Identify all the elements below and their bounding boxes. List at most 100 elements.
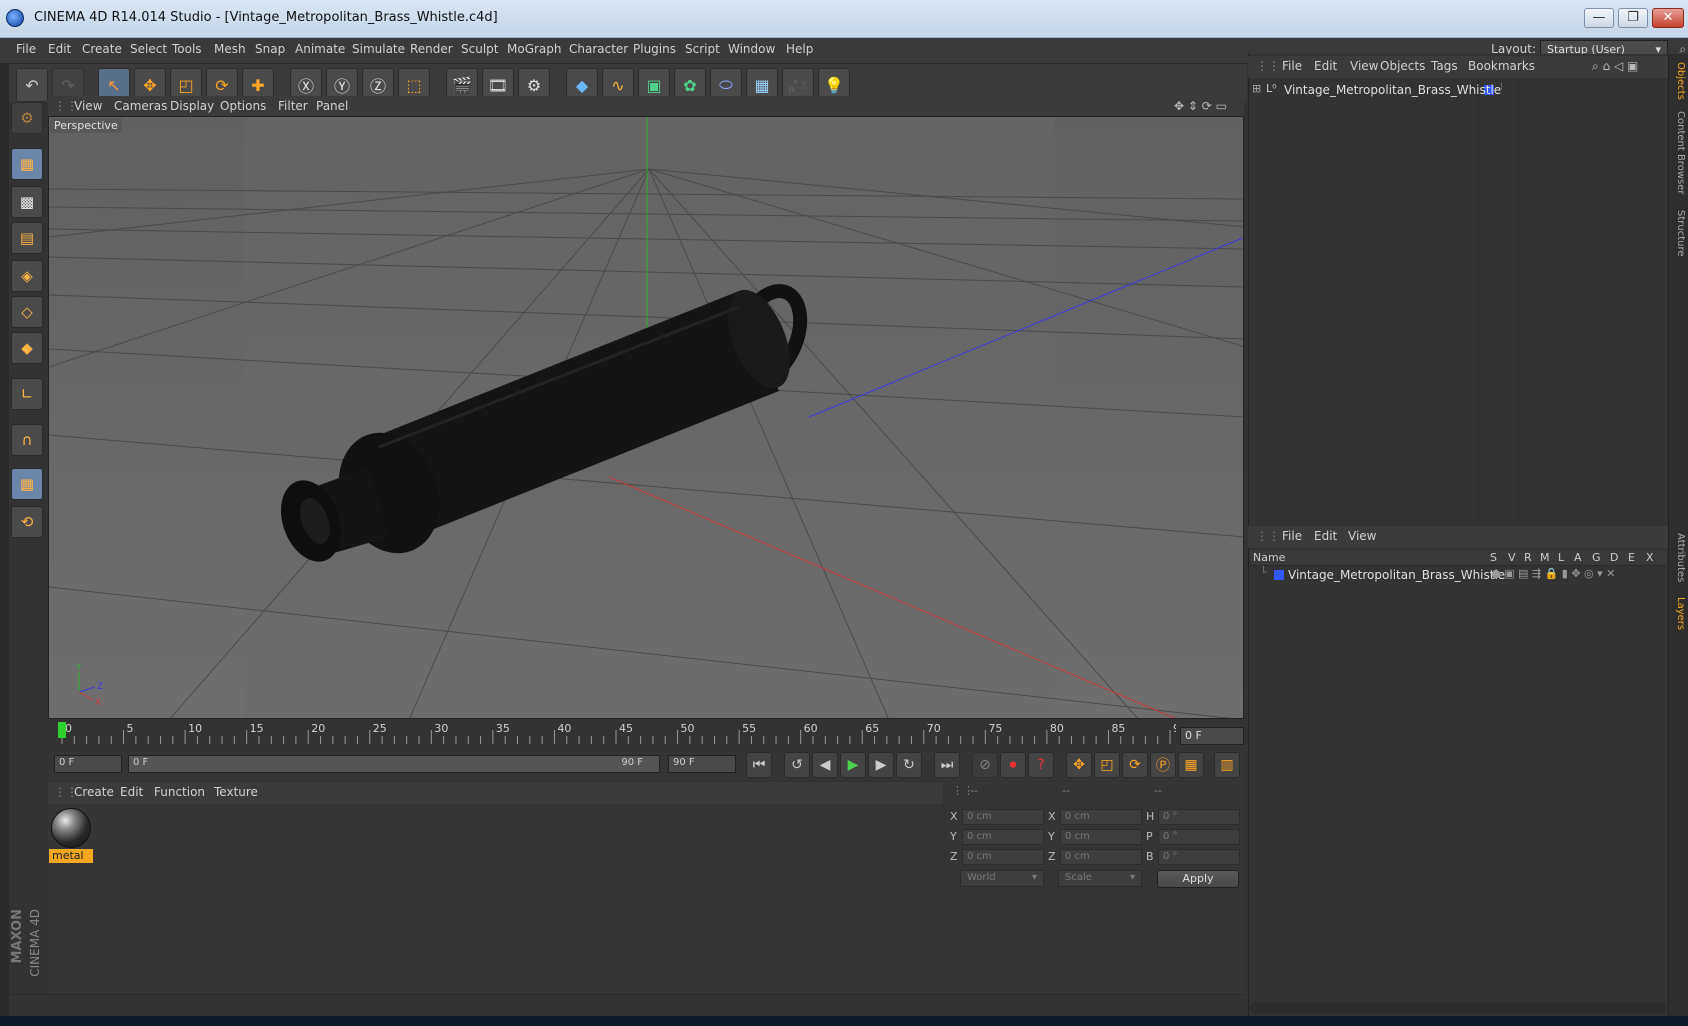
key-parameter-icon[interactable]: Ⓟ bbox=[1150, 752, 1176, 778]
menu-character[interactable]: Character bbox=[569, 42, 628, 56]
pos-x-field[interactable]: 0 cm bbox=[962, 809, 1044, 825]
menu-simulate[interactable]: Simulate bbox=[352, 42, 405, 56]
viewport-menu-view[interactable]: View bbox=[74, 99, 102, 113]
maximize-button[interactable]: ❐ bbox=[1618, 8, 1648, 28]
play-icon[interactable]: ▶ bbox=[840, 752, 866, 778]
autokey-icon[interactable]: ? bbox=[1028, 752, 1054, 778]
prev-frame-icon[interactable]: ◀ bbox=[812, 752, 838, 778]
end-frame-field[interactable]: 90 F bbox=[668, 755, 736, 773]
tab-content-browser[interactable]: Content Browser bbox=[1670, 110, 1686, 196]
objects-menu-tags[interactable]: Tags bbox=[1431, 59, 1458, 73]
col-deformers[interactable]: D bbox=[1610, 551, 1618, 564]
menu-script[interactable]: Script bbox=[685, 42, 720, 56]
layer-horizontal-scrollbar[interactable] bbox=[1250, 1002, 1666, 1014]
pos-y-field[interactable]: 0 cm bbox=[962, 829, 1044, 845]
motion-record-icon[interactable]: ⊘ bbox=[972, 752, 998, 778]
viewport-menu-panel[interactable]: Panel bbox=[316, 99, 348, 113]
col-xref[interactable]: X bbox=[1646, 551, 1654, 564]
key-pla-icon[interactable]: ▦ bbox=[1178, 752, 1204, 778]
material-preview-metal[interactable] bbox=[51, 808, 91, 848]
viewport-nav-icons[interactable]: ✥ ⇕ ⟳ ▭ bbox=[1174, 99, 1227, 113]
edges-mode-icon[interactable]: ◇ bbox=[11, 296, 43, 328]
col-view[interactable]: V bbox=[1508, 551, 1516, 564]
material-menu-texture[interactable]: Texture bbox=[214, 785, 258, 799]
menu-snap[interactable]: Snap bbox=[255, 42, 285, 56]
material-menu-create[interactable]: Create bbox=[74, 785, 114, 799]
rot-b-field[interactable]: 0 ° bbox=[1158, 849, 1240, 865]
menu-select[interactable]: Select bbox=[130, 42, 167, 56]
undo-icon[interactable]: ↶ bbox=[16, 68, 48, 102]
objects-menu-edit[interactable]: Edit bbox=[1314, 59, 1337, 73]
viewport-menu-options[interactable]: Options bbox=[220, 99, 266, 113]
objects-menu-file[interactable]: File bbox=[1282, 59, 1302, 73]
menu-help[interactable]: Help bbox=[786, 42, 813, 56]
coord-scale-dropdown[interactable]: Scale ▾ bbox=[1058, 870, 1142, 887]
timeline-ruler[interactable]: 0 5 10 15 20 25 30 35 40 45 50 55 60 65 70 75 80 85 90 bbox=[48, 720, 1244, 748]
playhead-marker[interactable] bbox=[58, 722, 66, 738]
layers-menu-view[interactable]: View bbox=[1348, 529, 1376, 543]
timeline-window-icon[interactable]: ▥ bbox=[1214, 752, 1240, 778]
menu-animate[interactable]: Animate bbox=[295, 42, 345, 56]
model-mode-icon[interactable]: ⚙ bbox=[11, 102, 43, 134]
col-name[interactable]: Name bbox=[1253, 551, 1285, 564]
col-manager[interactable]: M bbox=[1540, 551, 1550, 564]
tab-structure[interactable]: Structure bbox=[1670, 206, 1686, 260]
layers-menu-file[interactable]: File bbox=[1282, 529, 1302, 543]
size-y-field[interactable]: 0 cm bbox=[1060, 829, 1142, 845]
start-frame-field[interactable]: 0 F bbox=[54, 755, 122, 773]
perspective-viewport[interactable]: Y Z X bbox=[48, 116, 1244, 719]
key-rotation-icon[interactable]: ⟳ bbox=[1122, 752, 1148, 778]
layer-flag-icons[interactable]: ● ▣ ▤ ⇶ 🔒 ▮ ✥ ◎ ▾ ✕ bbox=[1491, 567, 1615, 580]
apply-button[interactable]: Apply bbox=[1157, 870, 1239, 888]
material-menu-edit[interactable]: Edit bbox=[120, 785, 143, 799]
objects-menu-objects[interactable]: Objects bbox=[1380, 59, 1425, 73]
expand-icon[interactable]: ⊞ bbox=[1252, 82, 1261, 95]
object-mode-icon[interactable]: ▦ bbox=[11, 148, 43, 180]
viewport-menu-display[interactable]: Display bbox=[170, 99, 214, 113]
current-frame-field[interactable]: 0 F bbox=[1180, 727, 1244, 745]
material-menu-function[interactable]: Function bbox=[154, 785, 205, 799]
menu-plugins[interactable]: Plugins bbox=[633, 42, 676, 56]
menu-mograph[interactable]: MoGraph bbox=[507, 42, 562, 56]
menu-tools[interactable]: Tools bbox=[172, 42, 202, 56]
workplane-lock-icon[interactable]: ▦ bbox=[11, 468, 43, 500]
next-key-icon[interactable]: ↻ bbox=[896, 752, 922, 778]
objects-menu-bookmarks[interactable]: Bookmarks bbox=[1468, 59, 1535, 73]
layers-menu-edit[interactable]: Edit bbox=[1314, 529, 1337, 543]
key-scale-icon[interactable]: ◰ bbox=[1094, 752, 1120, 778]
objects-menu-view[interactable]: View bbox=[1350, 59, 1378, 73]
objects-nav-icons[interactable]: ⌕ ⌂ ◁ ▣ bbox=[1592, 59, 1638, 74]
texture-mode-icon[interactable]: ▩ bbox=[11, 186, 43, 218]
coord-mode-dropdown[interactable]: World ▾ bbox=[960, 870, 1044, 887]
rot-h-field[interactable]: 0 ° bbox=[1158, 809, 1240, 825]
material-name[interactable]: metal bbox=[49, 849, 93, 863]
size-x-field[interactable]: 0 cm bbox=[1060, 809, 1142, 825]
object-name[interactable]: Vintage_Metropolitan_Brass_Whistle bbox=[1284, 83, 1501, 97]
goto-end-icon[interactable]: ⏭ bbox=[934, 752, 960, 778]
col-expressions[interactable]: E bbox=[1628, 551, 1635, 564]
menu-window[interactable]: Window bbox=[728, 42, 775, 56]
goto-start-icon[interactable]: ⏮ bbox=[746, 752, 772, 778]
rot-p-field[interactable]: 0 ° bbox=[1158, 829, 1240, 845]
size-z-field[interactable]: 0 cm bbox=[1060, 849, 1142, 865]
pos-z-field[interactable]: 0 cm bbox=[962, 849, 1044, 865]
layer-name[interactable]: Vintage_Metropolitan_Brass_Whistle bbox=[1288, 568, 1505, 582]
record-icon[interactable]: ⏺ bbox=[1000, 752, 1026, 778]
tab-attributes[interactable]: Attributes bbox=[1670, 528, 1686, 588]
col-animation[interactable]: A bbox=[1574, 551, 1582, 564]
viewport-menu-filter[interactable]: Filter bbox=[278, 99, 308, 113]
minimize-button[interactable]: — bbox=[1584, 8, 1614, 28]
frame-range-slider[interactable]: 0 F 90 F bbox=[128, 755, 660, 773]
prev-key-icon[interactable]: ↺ bbox=[784, 752, 810, 778]
menu-render[interactable]: Render bbox=[410, 42, 453, 56]
menu-mesh[interactable]: Mesh bbox=[214, 42, 246, 56]
close-button[interactable]: ✕ bbox=[1652, 8, 1684, 28]
key-position-icon[interactable]: ✥ bbox=[1066, 752, 1092, 778]
menu-file[interactable]: File bbox=[16, 42, 36, 56]
menu-sculpt[interactable]: Sculpt bbox=[461, 42, 498, 56]
col-generators[interactable]: G bbox=[1592, 551, 1601, 564]
menu-edit[interactable]: Edit bbox=[48, 42, 71, 56]
tab-layers[interactable]: Layers bbox=[1670, 594, 1686, 634]
next-frame-icon[interactable]: ▶ bbox=[868, 752, 894, 778]
tab-objects[interactable]: Objects bbox=[1670, 58, 1686, 104]
